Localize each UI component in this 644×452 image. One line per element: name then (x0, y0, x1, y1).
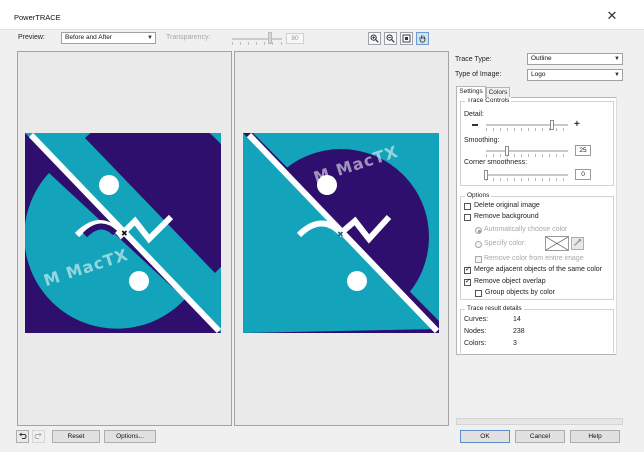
corner-slider-thumb[interactable] (484, 170, 488, 180)
remove-overlap-checkbox[interactable] (464, 277, 471, 286)
ok-button[interactable]: OK (460, 430, 510, 443)
zoom-in-icon[interactable] (368, 32, 381, 45)
zoom-out-icon[interactable] (384, 32, 397, 45)
chevron-down-icon: ▼ (614, 56, 620, 62)
trace-controls-title: Trace Controls (465, 97, 512, 104)
plus-icon: + (574, 119, 580, 130)
trace-type-select[interactable]: Outline ▼ (527, 53, 623, 65)
corner-slider-track (486, 174, 568, 181)
fit-icon[interactable] (400, 32, 413, 45)
smoothing-value[interactable]: 25 (575, 145, 591, 156)
redo-icon[interactable] (32, 430, 45, 443)
group-by-color-label: Group objects by color (485, 289, 556, 296)
chevron-down-icon: ▼ (147, 35, 153, 41)
corner-smoothness-value[interactable]: 0 (575, 169, 591, 180)
undo-icon[interactable] (16, 430, 29, 443)
transparency-label: Transparency: (166, 34, 211, 41)
svg-text:✖: ✖ (121, 229, 128, 238)
smoothing-slider-track (486, 150, 568, 157)
svg-text:✖: ✖ (337, 230, 344, 239)
reset-button[interactable]: Reset (52, 430, 100, 443)
auto-color-radio[interactable] (475, 227, 482, 234)
delete-original-checkbox[interactable] (464, 203, 471, 210)
tab-settings[interactable]: Settings (456, 86, 486, 98)
trace-result-title: Trace result details (465, 305, 524, 312)
panel-horizontal-scrollbar[interactable] (456, 418, 623, 425)
options-button[interactable]: Options... (104, 430, 156, 443)
corner-smoothness-label: Corner smoothness: (464, 159, 528, 166)
help-button[interactable]: Help (570, 430, 620, 443)
curves-label: Curves: (464, 316, 489, 323)
options-title: Options (465, 192, 492, 199)
chevron-down-icon: ▼ (614, 72, 620, 78)
settings-scrollbar[interactable] (616, 97, 623, 355)
nodes-label: Nodes: (464, 328, 487, 335)
close-icon[interactable]: ✕ (604, 8, 620, 24)
title-bar (0, 0, 644, 30)
image-type-value: Logo (531, 71, 546, 78)
remove-background-label: Remove background (474, 213, 539, 220)
delete-original-label: Delete original image (474, 202, 540, 209)
window-title: PowerTRACE (14, 13, 61, 22)
detail-label: Detail: (464, 111, 484, 118)
hand-pan-icon[interactable] (416, 32, 429, 45)
smoothing-slider-thumb[interactable] (505, 146, 509, 156)
nodes-value: 238 (513, 328, 525, 335)
auto-color-label: Automatically choose color (484, 226, 568, 233)
eyedropper-icon[interactable] (571, 237, 584, 250)
image-type-select[interactable]: Logo ▼ (527, 69, 623, 81)
cancel-button[interactable]: Cancel (515, 430, 565, 443)
merge-adjacent-checkbox[interactable] (464, 265, 471, 274)
image-type-label: Type of Image: (455, 71, 502, 78)
transparency-value[interactable]: 80 (286, 33, 304, 44)
colors-label: Colors: (464, 340, 487, 347)
curves-value: 14 (513, 316, 521, 323)
preview-label: Preview: (18, 34, 45, 41)
original-logo-image: ✖ (25, 133, 221, 333)
traced-logo-image: ✖ (243, 133, 439, 333)
preview-select[interactable]: Before and After ▼ (61, 32, 156, 44)
transparency-slider-track (232, 38, 282, 45)
detail-slider-thumb[interactable] (550, 120, 554, 130)
transparency-slider-thumb[interactable] (268, 32, 272, 44)
minus-icon (472, 124, 478, 126)
remove-overlap-label: Remove object overlap (474, 278, 546, 285)
trace-type-value: Outline (531, 55, 552, 62)
detail-slider-track (486, 124, 568, 131)
preview-select-value: Before and After (65, 34, 112, 41)
remove-color-entire-checkbox[interactable] (475, 256, 482, 263)
specify-color-label: Specify color: (484, 240, 527, 247)
colors-value: 3 (513, 340, 517, 347)
group-by-color-checkbox[interactable] (475, 290, 482, 297)
merge-adjacent-label: Merge adjacent objects of the same color (474, 266, 603, 273)
trace-type-label: Trace Type: (455, 56, 492, 63)
specify-color-radio[interactable] (475, 241, 482, 248)
color-swatch[interactable] (545, 236, 569, 251)
remove-background-checkbox[interactable] (464, 214, 471, 221)
remove-color-entire-label: Remove color from entire image (484, 255, 584, 262)
smoothing-label: Smoothing: (464, 137, 500, 144)
